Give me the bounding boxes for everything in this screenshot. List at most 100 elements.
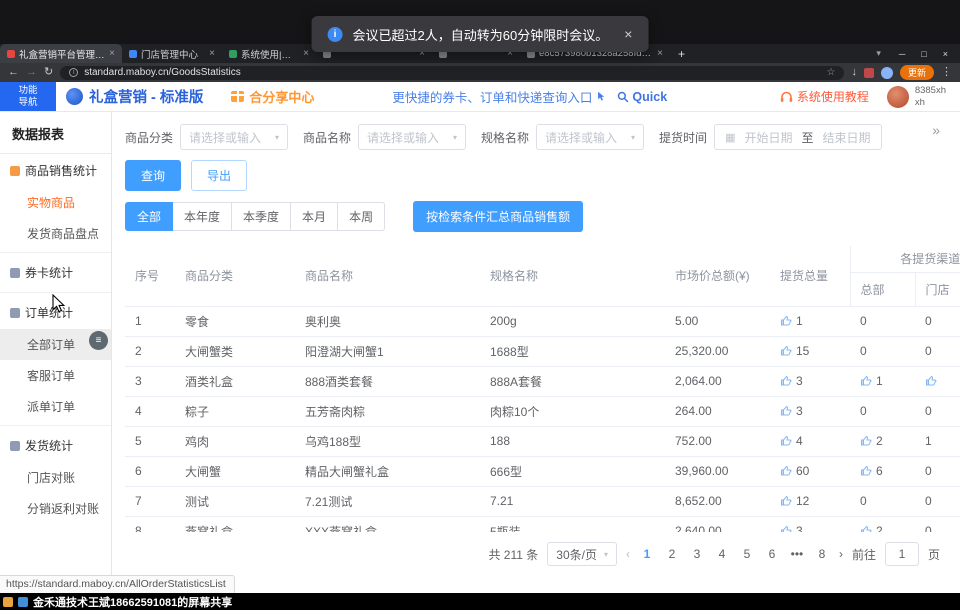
spec-select[interactable]: 请选择或输入 ▾ bbox=[536, 124, 644, 150]
extensions-icon[interactable] bbox=[864, 68, 874, 78]
close-icon[interactable]: × bbox=[657, 48, 663, 59]
sidebar-section-goods-sales-stats[interactable]: 商品销售统计 bbox=[0, 154, 111, 187]
col-category: 商品分类 bbox=[175, 246, 295, 306]
page-size-select[interactable]: 30条/页 ▾ bbox=[547, 542, 617, 566]
bookmark-star-icon[interactable]: ☆ bbox=[827, 67, 836, 78]
col-pickup-total: 提货总量 bbox=[770, 246, 850, 306]
sidebar-item-shipping-goods-inventory[interactable]: 发货商品盘点 bbox=[0, 218, 111, 249]
summary-button[interactable]: 按检索条件汇总商品销售额 bbox=[413, 201, 583, 232]
section-title: 券卡统计 bbox=[25, 264, 73, 281]
window-close-button[interactable]: × bbox=[943, 49, 948, 59]
browser-tab-store-admin[interactable]: 门店管理中心 × bbox=[122, 44, 222, 63]
new-tab-button[interactable]: + bbox=[670, 44, 693, 63]
quick-tab-week[interactable]: 本周 bbox=[337, 202, 385, 231]
col-name: 商品名称 bbox=[295, 246, 480, 306]
cell-category: 燕窝礼盒 bbox=[175, 516, 295, 532]
cell-no: 6 bbox=[125, 456, 175, 486]
page-number-last[interactable]: 8 bbox=[814, 547, 830, 561]
sidebar-item-dispatch-orders[interactable]: 派单订单 bbox=[0, 391, 111, 422]
tutorial-link[interactable]: 系统使用教程 bbox=[780, 88, 869, 105]
quick-tab-all[interactable]: 全部 bbox=[125, 202, 173, 231]
page-number-5[interactable]: 5 bbox=[739, 547, 755, 561]
goto-page-input[interactable] bbox=[885, 542, 919, 566]
table-row: 5 鸡肉 乌鸡188型 188 752.00 4 2 1 bbox=[125, 426, 960, 456]
share-text: 金禾通技术王斌18662591081的屏幕共享 bbox=[33, 594, 232, 610]
sidebar-item-distribution-rebate[interactable]: 分销返利对账 bbox=[0, 493, 111, 524]
quick-filter-row: 全部 本年度 本季度 本月 本周 按检索条件汇总商品销售额 bbox=[125, 201, 960, 232]
pickup-icon bbox=[860, 375, 872, 387]
page-number-4[interactable]: 4 bbox=[714, 547, 730, 561]
quick-tab-year[interactable]: 本年度 bbox=[172, 202, 232, 231]
col-spec: 规格名称 bbox=[480, 246, 665, 306]
quick-search[interactable]: Quick bbox=[617, 90, 667, 104]
download-icon[interactable]: ↓ bbox=[851, 67, 857, 78]
goto-label: 前往 bbox=[852, 546, 876, 563]
app-logo: 礼盒营销 - 标准版 bbox=[66, 86, 203, 107]
gift-icon bbox=[231, 91, 244, 102]
close-icon[interactable]: × bbox=[109, 48, 115, 59]
cell-store: 0 bbox=[915, 396, 960, 426]
pickup-date-range[interactable]: ▦ 开始日期 至 结束日期 bbox=[714, 124, 881, 150]
sidebar-item-service-orders[interactable]: 客服订单 bbox=[0, 360, 111, 391]
prev-page-icon[interactable]: ‹ bbox=[626, 547, 630, 561]
sidebar-section-card-stats[interactable]: 券卡统计 bbox=[0, 256, 111, 289]
cell-category: 大闸蟹类 bbox=[175, 336, 295, 366]
share-center-link[interactable]: 合分享中心 bbox=[231, 87, 314, 106]
next-page-icon[interactable]: › bbox=[839, 547, 843, 561]
cell-name: 精品大闸蟹礼盒 bbox=[295, 456, 480, 486]
back-icon[interactable]: ← bbox=[8, 67, 19, 78]
avatar bbox=[887, 86, 909, 108]
minimize-button[interactable]: ─ bbox=[899, 49, 905, 59]
close-icon[interactable]: × bbox=[303, 48, 309, 59]
cell-store: 0 bbox=[915, 456, 960, 486]
sidebar-item-store-reconciliation[interactable]: 门店对账 bbox=[0, 462, 111, 493]
reload-icon[interactable]: ↻ bbox=[44, 67, 53, 78]
url-bar[interactable]: i standard.maboy.cn/GoodsStatistics ☆ bbox=[60, 66, 844, 80]
browser-update-button[interactable]: 更新 bbox=[900, 65, 934, 80]
section-title: 订单统计 bbox=[25, 304, 73, 321]
page-ellipsis[interactable]: ••• bbox=[789, 547, 805, 561]
quick-tab-month[interactable]: 本月 bbox=[290, 202, 338, 231]
truck-icon bbox=[10, 441, 20, 451]
quick-tab-quarter[interactable]: 本季度 bbox=[231, 202, 291, 231]
tab-title: 门店管理中心 bbox=[141, 47, 205, 61]
cell-no: 1 bbox=[125, 306, 175, 336]
browser-menu-icon[interactable]: ⋮ bbox=[941, 67, 952, 78]
close-icon[interactable]: × bbox=[624, 26, 632, 42]
function-nav-toggle[interactable]: 功能 导航 bbox=[0, 82, 56, 111]
maximize-button[interactable]: □ bbox=[921, 49, 926, 59]
sidebar-section-order-stats[interactable]: 订单统计 bbox=[0, 296, 111, 329]
export-button[interactable]: 导出 bbox=[191, 160, 247, 191]
page-number-1[interactable]: 1 bbox=[639, 547, 655, 561]
quick-entry-tip[interactable]: 更快捷的券卡、订单和快递查询入口 bbox=[392, 87, 607, 106]
name-select[interactable]: 请选择或输入 ▾ bbox=[358, 124, 466, 150]
cell-no: 7 bbox=[125, 486, 175, 516]
table-row: 2 大闸蟹类 阳澄湖大闸蟹1 1688型 25,320.00 15 0 0 bbox=[125, 336, 960, 366]
sidebar-item-physical-goods[interactable]: 实物商品 bbox=[0, 187, 111, 218]
collapse-panel-icon[interactable]: » bbox=[932, 122, 940, 138]
browser-tab-system-learning[interactable]: 系统使用|学习 × bbox=[222, 44, 316, 63]
browser-tab-gift-admin[interactable]: 礼盒营销平台管理中心 × bbox=[0, 44, 122, 63]
cell-hq: 2 bbox=[850, 516, 915, 532]
sidebar-section-shipping-stats[interactable]: 发货统计 bbox=[0, 429, 111, 462]
pointer-icon bbox=[596, 91, 607, 102]
page-number-3[interactable]: 3 bbox=[689, 547, 705, 561]
cell-spec: 188 bbox=[480, 426, 665, 456]
user-menu[interactable]: 8385xh xh bbox=[887, 85, 946, 109]
category-select[interactable]: 请选择或输入 ▾ bbox=[180, 124, 288, 150]
search-button[interactable]: 查询 bbox=[125, 160, 181, 191]
chevron-down-icon[interactable]: ▾ bbox=[870, 44, 887, 63]
forward-icon[interactable]: → bbox=[26, 67, 37, 78]
pickup-icon bbox=[780, 375, 792, 387]
sidebar-handle-button[interactable]: ≡ bbox=[89, 331, 108, 350]
site-info-icon[interactable]: i bbox=[69, 68, 78, 77]
name-label: 商品名称 bbox=[303, 129, 351, 146]
browser-profile-avatar[interactable] bbox=[881, 67, 893, 79]
start-date-placeholder: 开始日期 bbox=[744, 129, 792, 146]
page-number-2[interactable]: 2 bbox=[664, 547, 680, 561]
pickup-icon bbox=[780, 405, 792, 417]
close-icon[interactable]: × bbox=[209, 48, 215, 59]
action-bar: 查询 导出 bbox=[125, 160, 960, 191]
page-number-6[interactable]: 6 bbox=[764, 547, 780, 561]
microphone-icon bbox=[3, 597, 13, 607]
